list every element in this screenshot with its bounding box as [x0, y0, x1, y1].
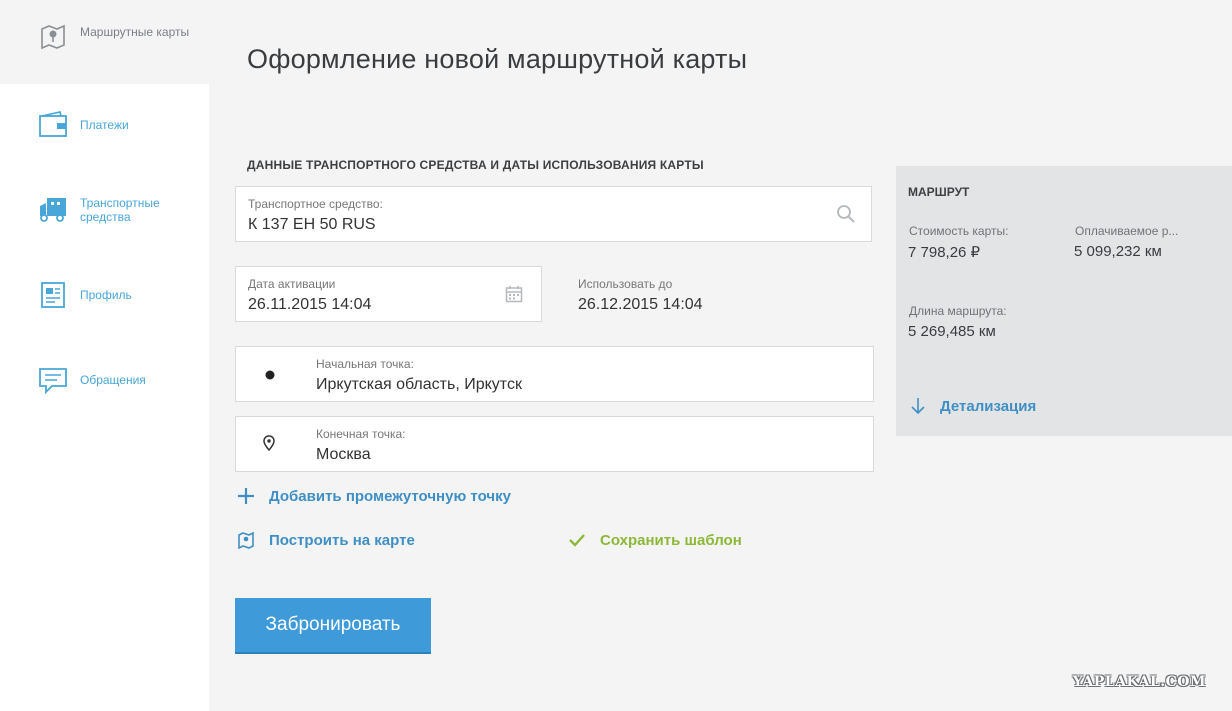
- route-length-value: 5 269,485 км: [908, 323, 996, 340]
- paid-distance-value: 5 099,232 км: [1074, 243, 1162, 260]
- save-template-label: Сохранить шаблон: [600, 531, 742, 549]
- section-title: ДАННЫЕ ТРАНСПОРТНОГО СРЕДСТВА И ДАТЫ ИСП…: [247, 158, 704, 172]
- sidebar: Маршрутные карты Платежи Транспортные ср…: [0, 0, 209, 711]
- start-point-field[interactable]: Начальная точка: Иркутская область, Ирку…: [235, 346, 874, 402]
- wallet-icon: [38, 110, 68, 140]
- route-length-label: Длина маршрута:: [909, 304, 1007, 318]
- start-point-label: Начальная точка:: [316, 357, 414, 371]
- end-point-field[interactable]: Конечная точка: Москва: [235, 416, 874, 472]
- map-icon: [38, 22, 68, 52]
- end-point-label: Конечная точка:: [316, 427, 406, 441]
- sidebar-item-profile[interactable]: Профиль: [0, 270, 209, 320]
- map-pin-icon: [236, 530, 256, 550]
- start-point-value: Иркутская область, Иркутск: [316, 376, 522, 393]
- save-template-link[interactable]: Сохранить шаблон: [567, 530, 742, 550]
- sidebar-item-label: Обращения: [80, 373, 146, 387]
- activation-date-value: 26.11.2015 14:04: [248, 296, 372, 313]
- add-waypoint-link[interactable]: Добавить промежуточную точку: [236, 486, 511, 506]
- paid-distance-label: Оплачиваемое р...: [1075, 224, 1179, 238]
- vehicle-field[interactable]: Транспортное средство: К 137 ЕН 50 RUS: [235, 186, 872, 242]
- vehicle-field-label: Транспортное средство:: [248, 197, 383, 211]
- end-point-value: Москва: [316, 446, 371, 463]
- search-icon[interactable]: [835, 203, 857, 225]
- check-icon: [567, 530, 587, 550]
- dot-icon: [264, 369, 276, 381]
- pin-icon: [262, 435, 276, 451]
- build-on-map-label: Построить на карте: [269, 531, 415, 549]
- card-cost-value: 7 798,26 ₽: [908, 244, 981, 261]
- book-button[interactable]: Забронировать: [235, 598, 431, 654]
- plus-icon: [236, 486, 256, 506]
- details-link[interactable]: Детализация: [910, 397, 1036, 415]
- sidebar-item-route-cards[interactable]: Маршрутные карты: [0, 0, 209, 84]
- sidebar-item-payments[interactable]: Платежи: [0, 100, 209, 150]
- card-cost-label: Стоимость карты:: [909, 224, 1009, 238]
- message-icon: [38, 365, 68, 395]
- activation-date-label: Дата активации: [248, 277, 336, 291]
- calendar-icon[interactable]: [503, 283, 525, 305]
- watermark: YAPLAKAL.COM: [1072, 674, 1206, 690]
- vehicle-field-value: К 137 ЕН 50 RUS: [248, 216, 376, 233]
- sidebar-item-label: Профиль: [80, 288, 132, 302]
- route-panel: МАРШРУТ Стоимость карты: 7 798,26 ₽ Опла…: [896, 166, 1232, 436]
- details-label: Детализация: [940, 397, 1037, 415]
- sidebar-item-requests[interactable]: Обращения: [0, 355, 209, 405]
- sidebar-item-vehicles[interactable]: Транспортные средства: [0, 185, 209, 235]
- use-until-value: 26.12.2015 14:04: [578, 296, 703, 313]
- truck-icon: [38, 194, 68, 224]
- route-panel-title: МАРШРУТ: [908, 185, 970, 199]
- sidebar-item-label: Маршрутные карты: [80, 25, 190, 39]
- sidebar-item-label: Транспортные средства: [80, 196, 160, 224]
- build-on-map-link[interactable]: Построить на карте: [236, 530, 415, 550]
- sidebar-item-label: Платежи: [80, 118, 129, 132]
- add-waypoint-label: Добавить промежуточную точку: [269, 487, 511, 505]
- activation-date-field[interactable]: Дата активации 26.11.2015 14:04: [235, 266, 542, 322]
- arrow-down-icon: [910, 397, 926, 415]
- profile-icon: [38, 280, 68, 310]
- use-until-label: Использовать до: [578, 277, 673, 291]
- page-title: Оформление новой маршрутной карты: [247, 44, 748, 74]
